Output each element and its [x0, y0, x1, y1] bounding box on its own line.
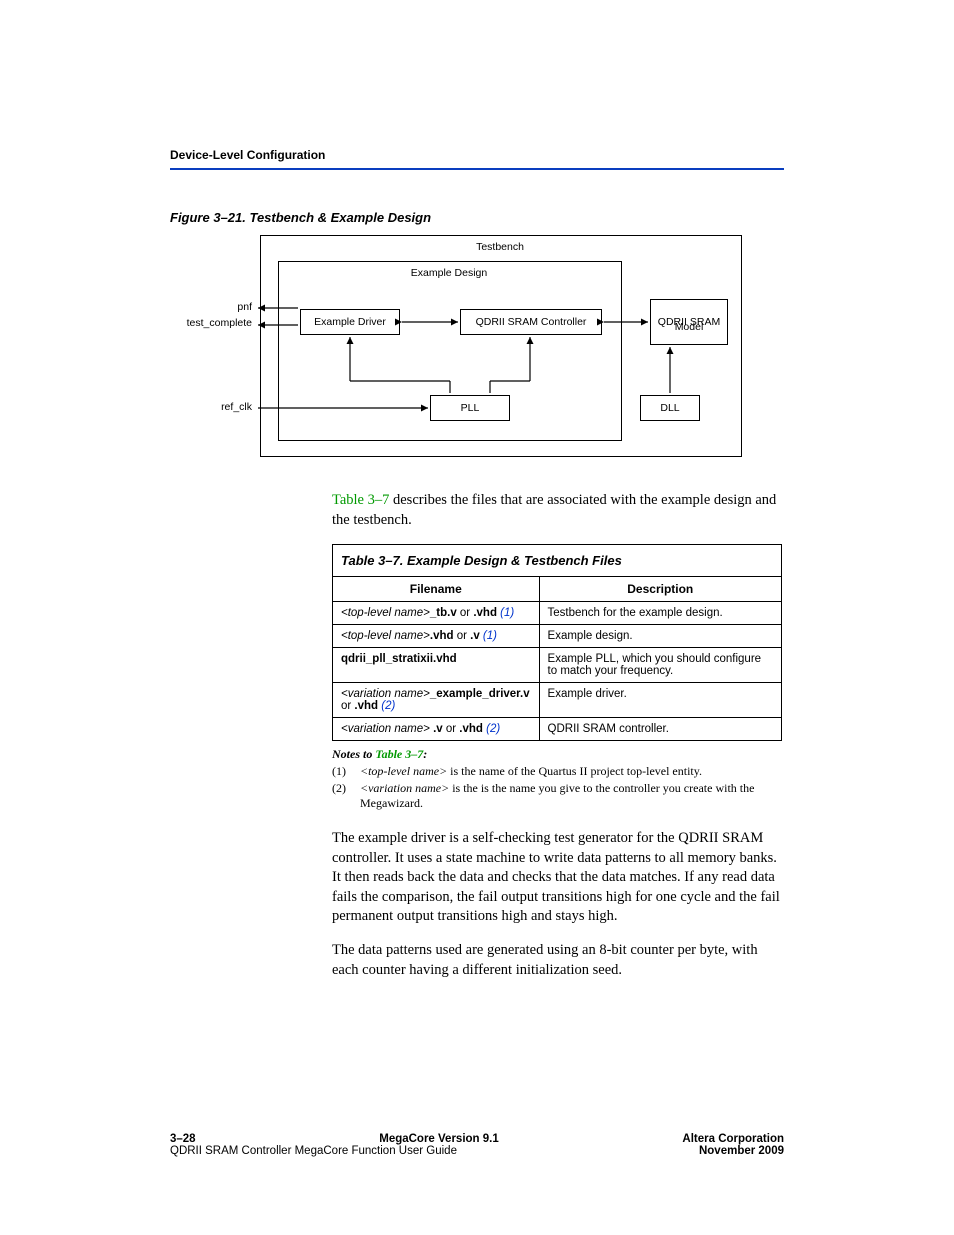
file-or: or — [457, 607, 474, 619]
note-ref[interactable]: (1) — [480, 630, 497, 642]
col-filename: Filename — [333, 577, 540, 602]
running-header: Device-Level Configuration — [170, 148, 784, 162]
diagram-arrows — [140, 235, 750, 465]
file-ext1: qdrii_pll_stratixii.vhd — [341, 653, 457, 665]
notes-title-pre: Notes to — [332, 747, 375, 761]
notes-title-link[interactable]: Table 3–7 — [375, 747, 423, 761]
col-description: Description — [539, 577, 781, 602]
file-var: <variation name> — [341, 723, 430, 735]
file-ext2: .vhd — [354, 700, 378, 712]
file-or: or — [341, 700, 354, 712]
note-var: <variation name> — [360, 781, 449, 795]
footer-date: November 2009 — [699, 1145, 784, 1157]
file-ext2: .vhd — [473, 607, 497, 619]
page-number: 3–28 — [170, 1133, 196, 1145]
notes-title-post: : — [423, 747, 427, 761]
file-or: or — [443, 723, 460, 735]
file-ext1: .vhd — [430, 630, 454, 642]
file-var: <top-level name> — [341, 630, 430, 642]
figure-caption: Figure 3–21. Testbench & Example Design — [170, 210, 784, 225]
file-ext2: .v — [470, 630, 480, 642]
file-ext2: .vhd — [459, 723, 483, 735]
table-ref-link[interactable]: Table 3–7 — [332, 492, 389, 508]
file-ext1: .v — [430, 723, 443, 735]
file-var: <top-level name> — [341, 607, 430, 619]
file-desc: Testbench for the example design. — [539, 602, 781, 625]
page-footer: 3–28 MegaCore Version 9.1 Altera Corpora… — [170, 1133, 784, 1157]
note-var: <top-level name> — [360, 764, 447, 778]
table-row: qdrii_pll_stratixii.vhd Example PLL, whi… — [333, 648, 782, 683]
note-row: (1) <top-level name> is the name of the … — [332, 764, 782, 779]
note-row: (2) <variation name> is the is the name … — [332, 781, 782, 811]
table-row: <top-level name>_tb.v or .vhd (1) Testbe… — [333, 602, 782, 625]
table-row: <variation name> .v or .vhd (2) QDRII SR… — [333, 718, 782, 741]
note-num: (2) — [332, 781, 360, 811]
note-text: is the name of the Quartus II project to… — [447, 764, 702, 778]
figure-diagram: Testbench Example Design Example Driver … — [140, 235, 750, 465]
file-ext1: _tb.v — [430, 607, 457, 619]
file-desc: Example design. — [539, 625, 781, 648]
table-row: <top-level name>.vhd or .v (1) Example d… — [333, 625, 782, 648]
file-desc: Example driver. — [539, 683, 781, 718]
guide-title: QDRII SRAM Controller MegaCore Function … — [170, 1145, 457, 1157]
table-notes: Notes to Table 3–7: (1) <top-level name>… — [332, 747, 782, 811]
note-ref[interactable]: (2) — [483, 723, 500, 735]
file-or: or — [454, 630, 471, 642]
intro-paragraph: Table 3–7 describes the files that are a… — [332, 491, 782, 530]
corporation-text: Altera Corporation — [682, 1133, 784, 1145]
note-num: (1) — [332, 764, 360, 779]
paragraph-2: The data patterns used are generated usi… — [332, 941, 782, 980]
version-text: MegaCore Version 9.1 — [379, 1133, 499, 1145]
note-ref[interactable]: (2) — [378, 700, 395, 712]
note-ref[interactable]: (1) — [497, 607, 514, 619]
file-desc: QDRII SRAM controller. — [539, 718, 781, 741]
paragraph-1: The example driver is a self-checking te… — [332, 829, 782, 927]
header-rule — [170, 168, 784, 170]
file-ext1: _example_driver.v — [430, 688, 530, 700]
intro-rest: describes the files that are associated … — [332, 492, 776, 528]
table-row: <variation name>_example_driver.v or .vh… — [333, 683, 782, 718]
files-table: Table 3–7. Example Design & Testbench Fi… — [332, 544, 782, 741]
table-title: Table 3–7. Example Design & Testbench Fi… — [333, 545, 782, 577]
file-var: <variation name> — [341, 688, 430, 700]
file-desc: Example PLL, which you should configure … — [539, 648, 781, 683]
